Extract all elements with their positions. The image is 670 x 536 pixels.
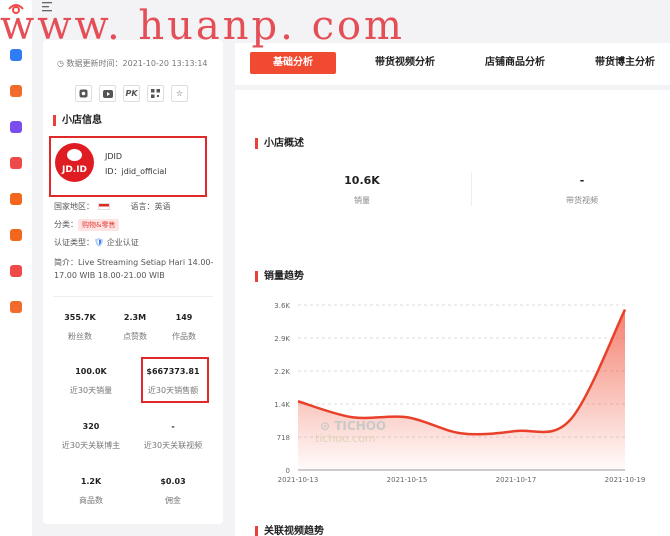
shop-info-title: 小店信息: [53, 115, 102, 126]
record-icon[interactable]: [10, 193, 22, 205]
stat-label: 佣金: [165, 496, 181, 505]
overview-sales-label: 销量: [354, 196, 370, 205]
eye-logo-icon[interactable]: [8, 3, 24, 15]
overview-videos-label: 带货视频: [566, 196, 598, 205]
shop-id: ID：jdid_official: [105, 167, 167, 176]
mail-icon[interactable]: [10, 85, 22, 97]
stat-item: - 近30天关联视频: [143, 422, 203, 451]
overview-sales-value: 10.6K: [344, 174, 380, 187]
indonesia-flag-icon: [98, 203, 110, 210]
y-tick-label: 2.9K: [274, 335, 290, 343]
update-time: ◷ 数据更新时间：2021-10-20 13:13:14: [57, 58, 208, 69]
sales-area: [298, 309, 625, 470]
tab-video-analysis[interactable]: 带货视频分析: [365, 52, 445, 74]
pk-label: PK: [125, 89, 138, 98]
stat-value: 100.0K: [75, 367, 107, 376]
language-label: 语言：: [130, 202, 155, 211]
update-time-text: 数据更新时间：2021-10-20 13:13:14: [66, 59, 208, 68]
region-label: 国家地区：: [54, 202, 94, 211]
qr-code-icon[interactable]: [147, 85, 164, 102]
y-tick-label: 1.4K: [274, 401, 290, 409]
overview-divider: [471, 172, 472, 206]
shop-identity-box: JD.ID JDID ID：jdid_official: [49, 136, 207, 197]
stat-label: 近30天关联视频: [143, 441, 203, 450]
chat-icon[interactable]: [10, 49, 22, 61]
overview-videos: - 带货视频: [517, 174, 647, 206]
stat-label: 近30天销量: [69, 386, 113, 395]
divider: [53, 296, 213, 297]
youtube-icon[interactable]: [99, 85, 116, 102]
intro-text: Live Streaming Setiap Hari 14.00-17.00 W…: [54, 258, 214, 280]
sales-trend-title: 销量趋势: [255, 271, 304, 282]
analysis-tabs: 基础分析 带货视频分析 店铺商品分析 带货博主分析: [235, 43, 670, 85]
mascot-icon: [67, 149, 82, 161]
shop-logo-text: JD.ID: [61, 165, 88, 175]
main-analysis-card: 小店概述 10.6K 销量 - 带货视频 销量趋势 0 718 1.4K 2.2K 2.…: [235, 90, 670, 536]
cert-value: 企业认证: [106, 238, 139, 247]
stat-value: 1.2K: [80, 477, 102, 486]
stat-item: 100.0K 近30天销量: [61, 367, 121, 396]
category-tag[interactable]: 购物&零售: [78, 219, 120, 231]
stat-value: 149: [175, 313, 193, 322]
overview-sales: 10.6K 销量: [297, 174, 427, 206]
stat-item: 149 作品数: [154, 313, 214, 342]
star-icon[interactable]: ☆: [171, 85, 188, 102]
stat-value: $0.03: [160, 477, 186, 486]
briefcase-icon[interactable]: [10, 229, 22, 241]
stat-item: 1.2K 商品数: [61, 477, 121, 506]
tab-shop-goods-analysis[interactable]: 店铺商品分析: [475, 52, 555, 74]
rocket-icon[interactable]: [10, 157, 22, 169]
stat-value: -: [171, 422, 175, 431]
stat-label: 近30天关联博主: [61, 441, 121, 450]
stat-label: 商品数: [79, 496, 103, 505]
region-row: 国家地区： 语言：英语: [54, 201, 171, 212]
x-tick-label: 2021-10-15: [387, 476, 428, 484]
clock-icon: ◷: [57, 59, 64, 68]
shop-avatar: JD.ID: [55, 143, 94, 182]
shop-profile-card: ◷ 数据更新时间：2021-10-20 13:13:14 PK ☆ 小店信息 J…: [43, 40, 223, 524]
shield-icon: 🛡: [94, 238, 105, 247]
x-tick-label: 2021-10-13: [278, 476, 319, 484]
y-tick-label: 718: [277, 434, 290, 442]
menu-icon[interactable]: [42, 2, 54, 12]
diamond-icon[interactable]: [10, 301, 22, 313]
cert-row: 认证类型：🛡 企业认证: [54, 237, 139, 248]
left-nav-rail: [0, 0, 52, 536]
social-toolbar: PK ☆: [75, 85, 188, 102]
related-video-trend-title: 关联视频趋势: [255, 526, 324, 536]
category-label: 分类：: [54, 220, 78, 229]
overview-title: 小店概述: [255, 138, 304, 149]
sales-trend-chart: 0 718 1.4K 2.2K 2.9K 3.6K 2021-10-13 2021-10-15…: [274, 302, 646, 484]
overview-videos-value: -: [579, 174, 585, 187]
tab-blogger-analysis[interactable]: 带货博主分析: [585, 52, 665, 74]
stat-label: 作品数: [172, 332, 196, 341]
category-row: 分类： 购物&零售: [54, 219, 120, 231]
instagram-icon[interactable]: [75, 85, 92, 102]
sales-highlight-box: [141, 357, 209, 403]
tab-basic-analysis[interactable]: 基础分析: [250, 52, 336, 74]
x-tick-label: 2021-10-19: [605, 476, 646, 484]
stat-item: 320 近30天关联博主: [61, 422, 121, 451]
intro-label: 简介：: [54, 258, 78, 267]
shop-intro: 简介：Live Streaming Setiap Hari 14.00-17.0…: [54, 256, 214, 282]
pk-compare-button[interactable]: PK: [123, 85, 140, 102]
y-tick-label: 3.6K: [274, 302, 290, 310]
stat-item: $0.03 佣金: [143, 477, 203, 506]
stat-label: 粉丝数: [68, 332, 92, 341]
stat-item: 355.7K 粉丝数: [50, 313, 110, 342]
chart-watermark-domain: tichoo.com: [315, 432, 376, 445]
y-tick-label: 0: [286, 467, 290, 475]
stat-value: 320: [82, 422, 100, 431]
x-tick-label: 2021-10-17: [496, 476, 537, 484]
language-value: 英语: [154, 202, 171, 211]
stat-value: 355.7K: [64, 313, 96, 322]
shop-name: JDID: [105, 152, 123, 161]
y-tick-label: 2.2K: [274, 368, 290, 376]
search-circle-icon[interactable]: [10, 121, 22, 133]
cert-label: 认证类型：: [54, 238, 94, 247]
chart-watermark-brand: ⊙ TICHOO: [320, 419, 386, 433]
heart-icon[interactable]: [10, 265, 22, 277]
